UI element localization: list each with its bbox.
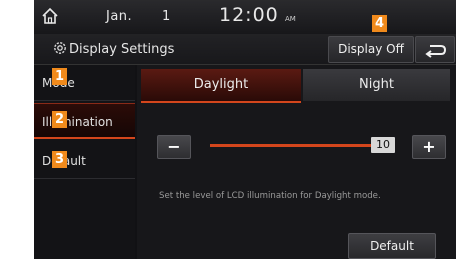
date-month: Jan.: [106, 9, 133, 24]
illumination-slider[interactable]: [210, 144, 394, 147]
tab-daylight[interactable]: Daylight: [141, 69, 301, 103]
back-arrow-icon: [425, 45, 447, 58]
sidebar-item-default[interactable]: Default: [34, 143, 135, 179]
gear-icon: [54, 42, 66, 54]
status-bar: Jan. 1 12:00 AM: [34, 0, 456, 34]
home-icon: [42, 7, 58, 24]
callout-marker-2: 2: [52, 111, 67, 128]
slider-fill: [210, 144, 394, 147]
back-button[interactable]: [415, 36, 455, 63]
home-button[interactable]: [40, 6, 60, 26]
display-off-button[interactable]: Display Off: [328, 36, 414, 63]
clock-ampm: AM: [285, 15, 296, 23]
callout-marker-1: 1: [52, 68, 67, 85]
sidebar-item-illumination[interactable]: Illumination: [34, 103, 135, 139]
sidebar-item-mode[interactable]: Mode: [34, 65, 135, 101]
page-title: Display Settings: [69, 42, 175, 57]
illumination-panel: Daylight Night − 10 + Set the level of L…: [137, 65, 456, 259]
settings-sidebar: Mode Illumination Default: [34, 65, 135, 259]
slider-value[interactable]: 10: [371, 137, 395, 153]
callout-marker-3: 3: [52, 151, 67, 168]
tab-night[interactable]: Night: [303, 69, 450, 101]
decrease-button[interactable]: −: [157, 135, 191, 159]
default-button[interactable]: Default: [348, 233, 436, 259]
title-bar: Display Settings Display Off: [34, 34, 456, 65]
head-unit-screen: Jan. 1 12:00 AM Display Settings Display…: [34, 0, 456, 259]
clock-time: 12:00: [219, 4, 279, 26]
date-day: 1: [162, 9, 171, 24]
increase-button[interactable]: +: [412, 135, 446, 159]
illumination-description: Set the level of LCD illumination for Da…: [159, 191, 381, 201]
callout-marker-4: 4: [372, 15, 387, 32]
